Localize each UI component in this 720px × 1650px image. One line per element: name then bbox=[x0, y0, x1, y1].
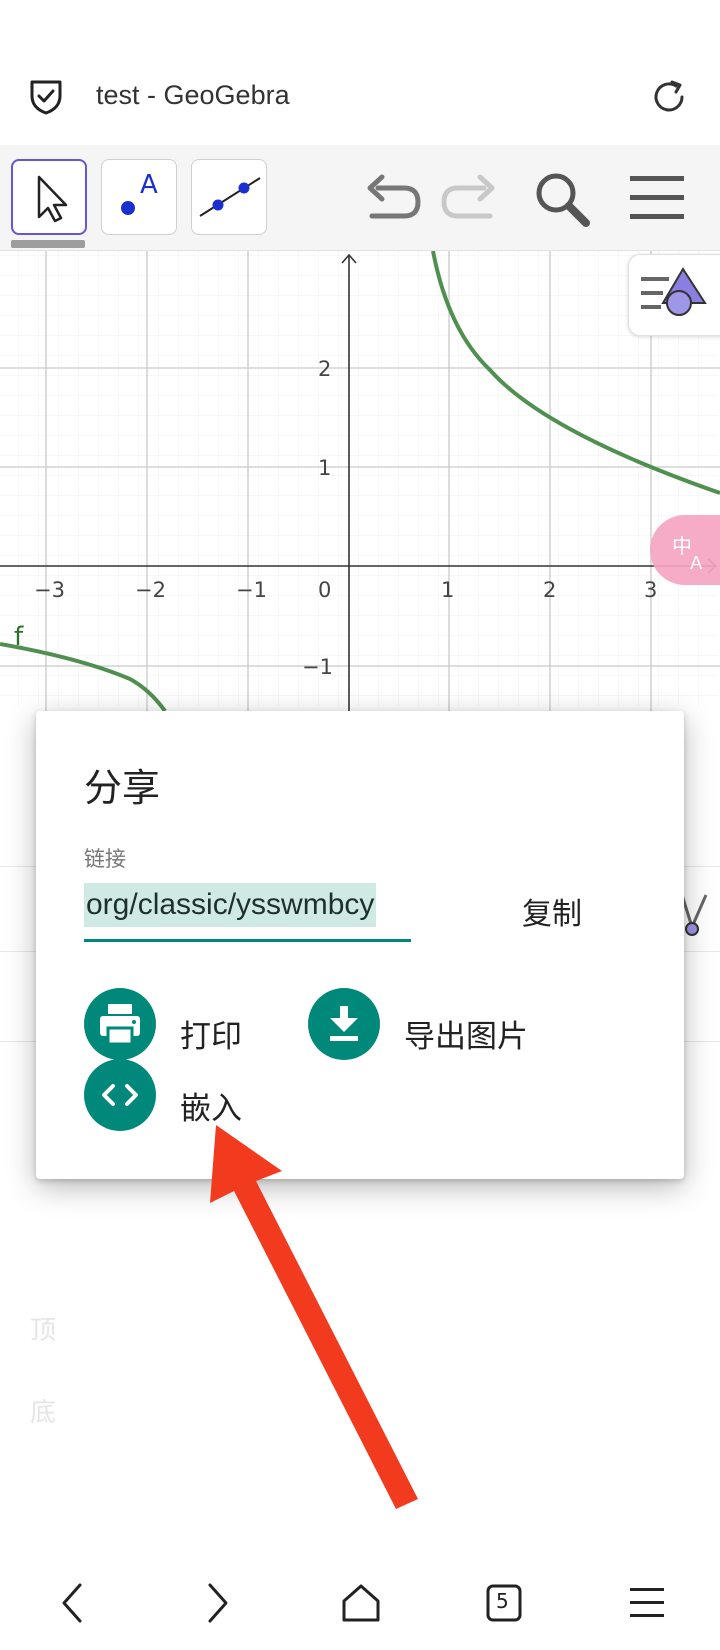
export-image-label[interactable]: 导出图片 bbox=[404, 1011, 528, 1056]
export-image-button[interactable] bbox=[308, 988, 380, 1060]
x-tick-label: 0 bbox=[318, 578, 331, 602]
cursor-arrow-icon bbox=[37, 175, 68, 223]
point-tool-button[interactable]: A bbox=[101, 159, 177, 235]
x-tick-label: −1 bbox=[236, 578, 267, 602]
code-brackets-icon bbox=[102, 1084, 138, 1106]
forward-icon[interactable] bbox=[200, 1581, 234, 1629]
browser-menu-icon[interactable] bbox=[628, 1581, 666, 1629]
algebra-shapes-icon bbox=[641, 267, 707, 316]
geogebra-toolbar: A bbox=[0, 145, 720, 251]
embed-label[interactable]: 嵌入 bbox=[180, 1083, 242, 1128]
search-icon[interactable] bbox=[532, 169, 594, 235]
style-bar-toggle-button[interactable] bbox=[628, 254, 720, 336]
point-tool-letter: A bbox=[140, 170, 158, 200]
x-tick-label: 2 bbox=[543, 578, 556, 602]
main-menu-icon[interactable] bbox=[628, 173, 686, 227]
line-through-points-icon bbox=[199, 177, 261, 217]
share-dialog: 分享 链接 org/classic/ysswmbcy 复制 打印 导出图片 嵌入 bbox=[36, 711, 684, 1179]
graphics-view[interactable]: −3 −2 −1 0 1 2 3 2 1 −1 f bbox=[0, 251, 720, 711]
download-icon bbox=[330, 1006, 358, 1041]
selected-tool-indicator bbox=[11, 240, 85, 248]
annotation-arrow bbox=[210, 1125, 418, 1509]
printer-icon bbox=[100, 1004, 140, 1046]
move-tool-button[interactable] bbox=[11, 159, 87, 235]
tab-count: 5 bbox=[496, 1589, 509, 1613]
redo-icon[interactable] bbox=[438, 172, 500, 228]
translate-bubble-icon[interactable]: 中 A bbox=[650, 515, 720, 585]
link-value[interactable]: org/classic/ysswmbcy bbox=[84, 883, 377, 927]
x-tick-label: 3 bbox=[644, 578, 657, 602]
browser-top-bar: test - GeoGebra bbox=[0, 60, 720, 135]
x-tick-label: −2 bbox=[135, 578, 166, 602]
y-tick-label: −1 bbox=[302, 655, 333, 679]
link-label: 链接 bbox=[84, 847, 126, 871]
point-icon bbox=[121, 201, 135, 215]
embed-button[interactable] bbox=[84, 1059, 156, 1131]
browser-bottom-nav: 5 bbox=[0, 1561, 720, 1650]
svg-text:中: 中 bbox=[672, 534, 692, 558]
y-tick-label: 1 bbox=[318, 456, 331, 480]
security-shield-icon[interactable] bbox=[26, 76, 66, 116]
function-label: f bbox=[14, 622, 24, 652]
svg-text:A: A bbox=[690, 553, 703, 574]
print-button[interactable] bbox=[84, 988, 156, 1060]
line-tool-button[interactable] bbox=[191, 159, 267, 235]
back-icon[interactable] bbox=[56, 1581, 90, 1629]
scroll-top-label[interactable]: 顶 bbox=[30, 1310, 56, 1347]
reload-icon[interactable] bbox=[648, 76, 690, 118]
page-title: test - GeoGebra bbox=[96, 80, 290, 110]
print-label[interactable]: 打印 bbox=[180, 1011, 242, 1056]
x-tick-label: −3 bbox=[34, 578, 65, 602]
copy-button[interactable]: 复制 bbox=[522, 889, 582, 933]
x-tick-label: 1 bbox=[441, 578, 454, 602]
dialog-title: 分享 bbox=[84, 766, 161, 810]
link-field[interactable]: org/classic/ysswmbcy bbox=[84, 883, 411, 942]
home-icon[interactable] bbox=[340, 1581, 382, 1629]
undo-icon[interactable] bbox=[362, 172, 424, 228]
scroll-bottom-label[interactable]: 底 bbox=[30, 1392, 56, 1429]
y-tick-label: 2 bbox=[318, 357, 331, 381]
